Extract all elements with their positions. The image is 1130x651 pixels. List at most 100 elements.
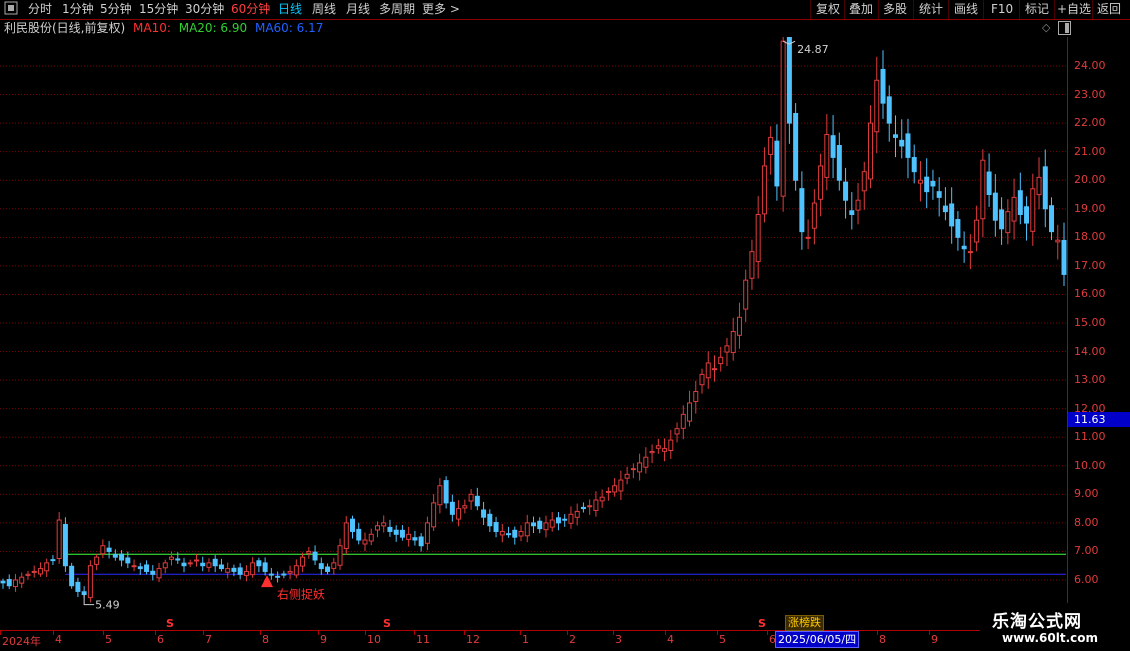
candle-body [0, 580, 6, 584]
candle-body [393, 529, 399, 535]
overlay-button[interactable]: 叠加 [849, 1, 873, 18]
date-tick [414, 631, 415, 635]
candle-body [87, 565, 93, 599]
candle-body [580, 506, 586, 510]
candle-body [144, 564, 150, 572]
candle-body [56, 519, 62, 559]
tab-60min[interactable]: 60分钟 [231, 1, 270, 18]
candle-body [568, 513, 574, 524]
candle-body [212, 558, 218, 567]
candle-body [1055, 239, 1061, 243]
candle-body [443, 480, 449, 504]
candle-body [924, 176, 930, 193]
window-menu-icon[interactable] [4, 1, 18, 18]
candle-body [849, 210, 855, 215]
candle-body [374, 525, 380, 531]
candle-body [980, 159, 986, 220]
candle-body [387, 526, 393, 532]
candle-body [12, 579, 18, 588]
candle-body [699, 373, 705, 386]
candle-body [780, 40, 786, 197]
ma20-label: MA20: [178, 21, 217, 35]
price-tick-label: 19.00 [1074, 201, 1106, 215]
candle-body [886, 96, 892, 124]
candle-body [62, 523, 68, 567]
candle-body [325, 566, 331, 572]
kline-chart[interactable]: 24.87 5.49 右侧捉妖 [0, 37, 1067, 627]
add-watchlist-button[interactable]: +自选 [1057, 1, 1091, 18]
candle-body [518, 530, 524, 537]
price-tick-label: 24.00 [1074, 59, 1106, 72]
diamond-icon[interactable]: ◇ [1042, 21, 1050, 34]
date-axis: 2024年456789101112123456789 [0, 630, 1067, 651]
candle-body [743, 279, 749, 310]
multi-stock-button[interactable]: 多股 [883, 1, 907, 18]
tab-30min[interactable]: 30分钟 [185, 1, 224, 18]
candle-body [318, 563, 324, 570]
candle-body [593, 499, 599, 511]
candle-body [449, 501, 455, 515]
candle-body [175, 558, 181, 561]
candle-body [562, 518, 568, 521]
tab-multi-period[interactable]: 多周期 [379, 1, 415, 18]
price-tick-label: 15.00 [1074, 316, 1106, 329]
tab-more[interactable]: 更多 > [422, 1, 460, 18]
stats-button[interactable]: 统计 [919, 1, 943, 18]
signal-label: 右侧捉妖 [277, 586, 325, 601]
tab-fenshi[interactable]: 分时 [28, 1, 52, 18]
candle-body [786, 37, 792, 124]
fuquan-button[interactable]: 复权 [816, 1, 840, 18]
candle-body [169, 556, 175, 560]
candle-body [431, 502, 437, 528]
candle-body [768, 136, 774, 155]
chevron-right-icon: > [449, 2, 460, 16]
indicator-infobar: 利民股份(日线,前复权) MA10: MA20: 6.90 MA60: 6.17 [4, 20, 323, 37]
back-button[interactable]: 返回 [1097, 1, 1121, 18]
date-tick-label: 3 [615, 633, 622, 646]
cursor-date-box: 2025/06/05/四 [775, 631, 860, 648]
date-tick-label: 8 [262, 633, 269, 646]
price-tick-label: 11.00 [1074, 430, 1106, 444]
price-tick-label: 13.00 [1074, 373, 1106, 387]
draw-line-button[interactable]: 画线 [954, 1, 978, 18]
candle-body [468, 493, 474, 502]
tab-monthly[interactable]: 月线 [346, 1, 370, 18]
candle-body [1036, 176, 1042, 196]
candle-body [106, 547, 112, 552]
date-tick [203, 631, 204, 635]
date-tick [929, 631, 930, 635]
price-tick-label: 14.00 [1074, 344, 1106, 358]
tab-daily[interactable]: 日线 [278, 1, 302, 18]
date-tick [0, 631, 1, 635]
candle-body [399, 529, 405, 538]
candle-body [537, 520, 543, 530]
tab-15min[interactable]: 15分钟 [139, 1, 178, 18]
candle-body [549, 519, 555, 528]
candle-body [967, 251, 973, 254]
candle-body [793, 113, 799, 181]
rank-badge[interactable]: 涨榜跌 [785, 615, 824, 631]
candle-body [69, 565, 75, 587]
tab-1min[interactable]: 1分钟 [62, 1, 94, 18]
watermark: 乐淘公式网 www.60lt.com [980, 603, 1130, 650]
price-tick-label: 6.00 [1074, 573, 1099, 586]
date-tick-label: 8 [879, 633, 886, 646]
mark-button[interactable]: 标记 [1025, 1, 1049, 18]
tab-5min[interactable]: 5分钟 [100, 1, 132, 18]
tab-weekly[interactable]: 周线 [312, 1, 336, 18]
candle-body [94, 556, 100, 565]
price-tick-label: 8.00 [1074, 515, 1099, 529]
date-tick [103, 631, 104, 635]
candle-body [668, 439, 674, 452]
candle-body [949, 203, 955, 227]
candle-body [187, 562, 193, 565]
price-tick-label: 17.00 [1074, 258, 1106, 272]
candle-body [75, 581, 81, 592]
candle-body [100, 545, 106, 555]
candle-body [1049, 205, 1055, 233]
f10-button[interactable]: F10 [991, 1, 1013, 18]
candle-body [200, 562, 206, 567]
date-tick [567, 631, 568, 635]
candle-body [555, 517, 561, 524]
date-tick-label: 2 [569, 633, 576, 646]
